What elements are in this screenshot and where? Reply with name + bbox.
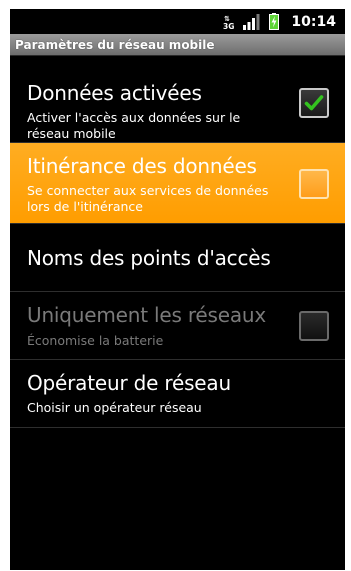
setting-summary: Activer l'accès aux données sur le résea… — [27, 110, 241, 141]
data-roaming-checkbox[interactable] — [299, 169, 329, 199]
checkmark-icon — [304, 95, 324, 111]
setting-network-only: Uniquement les réseaux Économise la batt… — [10, 292, 345, 360]
status-bar: ⇅ 3G 10:14 — [10, 9, 345, 34]
setting-summary: Économise la batterie — [27, 333, 164, 348]
3g-icon: ⇅ 3G — [223, 14, 235, 30]
setting-title: Itinérance des données — [27, 154, 257, 178]
setting-data-roaming[interactable]: Itinérance des données Se connecter aux … — [10, 143, 345, 224]
title-bar: Paramètres du réseau mobile — [10, 34, 345, 56]
setting-title: Noms des points d'accès — [27, 246, 271, 270]
setting-title: Opérateur de réseau — [27, 371, 231, 395]
setting-mobile-data[interactable]: Données activées Activer l'accès aux don… — [10, 62, 345, 143]
status-clock: 10:14 — [291, 13, 336, 30]
page-title: Paramètres du réseau mobile — [15, 37, 215, 52]
mobile-data-checkbox[interactable] — [299, 88, 329, 118]
battery-charging-icon — [269, 13, 280, 30]
setting-summary: Se connecter aux services de données lor… — [27, 183, 269, 214]
setting-access-point-names[interactable]: Noms des points d'accès — [10, 224, 345, 292]
svg-text:3G: 3G — [223, 22, 234, 30]
setting-summary: Choisir un opérateur réseau — [27, 400, 202, 415]
setting-title: Uniquement les réseaux — [27, 303, 267, 327]
phone-screen: ⇅ 3G 10:14 Paramètres du réseau mobile D… — [10, 9, 345, 570]
setting-network-operator[interactable]: Opérateur de réseau Choisir un opérateur… — [10, 360, 345, 428]
setting-title: Données activées — [27, 81, 202, 105]
network-only-checkbox — [299, 311, 329, 341]
signal-strength-icon — [243, 13, 261, 30]
settings-list: Données activées Activer l'accès aux don… — [10, 62, 345, 428]
